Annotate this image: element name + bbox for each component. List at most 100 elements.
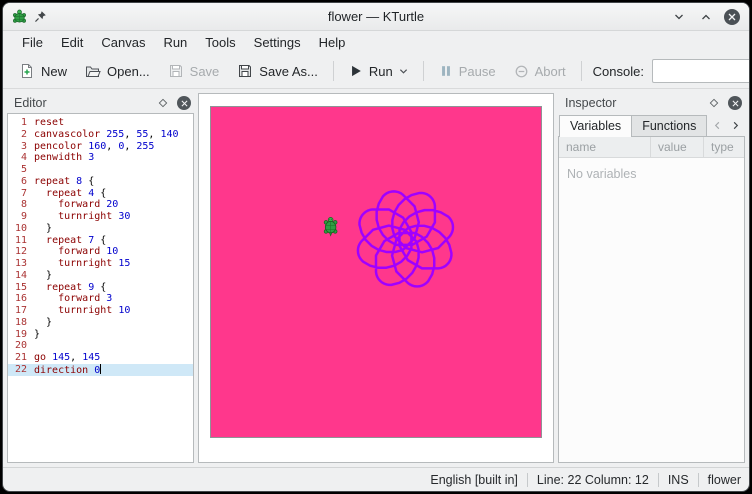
line-number: 9 <box>8 211 31 223</box>
chevron-left-icon <box>713 121 722 130</box>
status-insert-mode[interactable]: INS <box>668 473 689 487</box>
pin-icon[interactable] <box>34 10 47 23</box>
new-button[interactable]: New <box>11 58 75 84</box>
line-number: 2 <box>8 129 31 141</box>
tab-scroll-left-button[interactable] <box>709 117 725 133</box>
menu-file[interactable]: File <box>13 32 52 53</box>
menu-settings[interactable]: Settings <box>245 32 310 53</box>
status-document-name: flower <box>708 473 741 487</box>
code-line: 8 forward 20 <box>8 199 193 211</box>
line-number: 12 <box>8 246 31 258</box>
editor-float-button[interactable] <box>155 95 171 111</box>
inspector-panel: Inspector Variables Functions <box>558 93 745 463</box>
column-type[interactable]: type <box>704 137 744 157</box>
line-number: 11 <box>8 235 31 247</box>
save-icon <box>168 63 184 79</box>
editor-code-area[interactable]: 1reset2canvascolor 255, 55, 1403pencolor… <box>7 113 194 463</box>
diamond-icon <box>709 98 719 108</box>
status-separator <box>527 473 528 487</box>
code-line: 1reset <box>8 117 193 129</box>
inspector-title: Inspector <box>565 96 700 110</box>
code-line: 15 repeat 9 { <box>8 282 193 294</box>
line-number: 6 <box>8 176 31 188</box>
editor-close-button[interactable] <box>177 96 191 110</box>
diamond-icon <box>158 98 168 108</box>
tab-scroll-right-button[interactable] <box>727 117 743 133</box>
menu-help[interactable]: Help <box>310 32 355 53</box>
code-line: 7 repeat 4 { <box>8 188 193 200</box>
turtle-canvas-svg <box>211 107 541 437</box>
menubar: File Edit Canvas Run Tools Settings Help <box>3 31 749 54</box>
code-line: 17 turnright 10 <box>8 305 193 317</box>
code-line: 18 } <box>8 317 193 329</box>
abort-icon <box>514 64 529 79</box>
line-number: 19 <box>8 329 31 341</box>
inspector-header: Inspector <box>558 93 745 113</box>
line-number: 5 <box>8 164 31 176</box>
tab-variables[interactable]: Variables <box>559 115 632 137</box>
maximize-button[interactable] <box>697 8 715 26</box>
canvas-panel <box>198 93 554 463</box>
save-as-icon <box>237 63 253 79</box>
status-language[interactable]: English [built in] <box>430 473 518 487</box>
minimize-button[interactable] <box>670 8 688 26</box>
tab-functions[interactable]: Functions <box>632 115 707 137</box>
save-button[interactable]: Save <box>160 58 228 84</box>
code-line: 16 forward 3 <box>8 293 193 305</box>
code-line: 19} <box>8 329 193 341</box>
column-value[interactable]: value <box>651 137 704 157</box>
abort-button[interactable]: Abort <box>506 59 574 84</box>
pause-button[interactable]: Pause <box>431 59 504 84</box>
window-titlebar[interactable]: flower — KTurtle <box>3 3 749 31</box>
code-line: 2canvascolor 255, 55, 140 <box>8 129 193 141</box>
line-number: 10 <box>8 223 31 235</box>
turtle-canvas <box>210 106 542 438</box>
code-line: 4penwidth 3 <box>8 152 193 164</box>
code-line: 3pencolor 160, 0, 255 <box>8 141 193 153</box>
line-number: 3 <box>8 141 31 153</box>
code-line: 6repeat 8 { <box>8 176 193 188</box>
line-number: 4 <box>8 152 31 164</box>
folder-open-icon <box>85 63 101 79</box>
chevron-down-icon <box>399 67 408 76</box>
line-number: 14 <box>8 270 31 282</box>
inspector-table: name value type No variables <box>558 136 745 463</box>
inspector-close-button[interactable] <box>728 96 742 110</box>
chevron-down-icon <box>673 11 685 23</box>
menu-edit[interactable]: Edit <box>52 32 92 53</box>
editor-header: Editor <box>7 93 194 113</box>
line-number: 21 <box>8 352 31 364</box>
toolbar-separator <box>333 61 334 81</box>
close-icon <box>181 100 188 107</box>
line-number: 15 <box>8 282 31 294</box>
kturtle-window: flower — KTurtle <box>2 2 750 492</box>
code-line: 10 } <box>8 223 193 235</box>
code-line: 5 <box>8 164 193 176</box>
code-line: 14 } <box>8 270 193 282</box>
menu-run[interactable]: Run <box>154 32 196 53</box>
pause-icon <box>439 64 453 78</box>
line-number: 16 <box>8 293 31 305</box>
code-line: 22direction 0 <box>8 364 193 376</box>
editor-title: Editor <box>14 96 149 110</box>
statusbar: English [built in] Line: 22 Column: 12 I… <box>3 467 749 491</box>
close-button[interactable] <box>724 9 740 25</box>
toolbar: New Open... Save Save As... <box>3 54 749 89</box>
run-icon <box>349 64 363 78</box>
code-line: 9 turnright 30 <box>8 211 193 223</box>
menu-canvas[interactable]: Canvas <box>92 32 154 53</box>
console-combobox[interactable] <box>652 59 750 83</box>
inspector-float-button[interactable] <box>706 95 722 111</box>
line-number: 22 <box>8 364 31 376</box>
menu-tools[interactable]: Tools <box>196 32 244 53</box>
code-line: 20 <box>8 340 193 352</box>
app-turtle-icon <box>12 9 27 24</box>
main-area: Editor 1reset2canvascolor 255, 55, 1403p… <box>3 89 749 467</box>
open-button[interactable]: Open... <box>77 58 158 84</box>
status-separator <box>658 473 659 487</box>
console-input[interactable] <box>653 64 750 78</box>
save-as-button[interactable]: Save As... <box>229 58 326 84</box>
run-button[interactable]: Run <box>341 59 416 84</box>
close-icon <box>732 100 739 107</box>
column-name[interactable]: name <box>559 137 651 157</box>
